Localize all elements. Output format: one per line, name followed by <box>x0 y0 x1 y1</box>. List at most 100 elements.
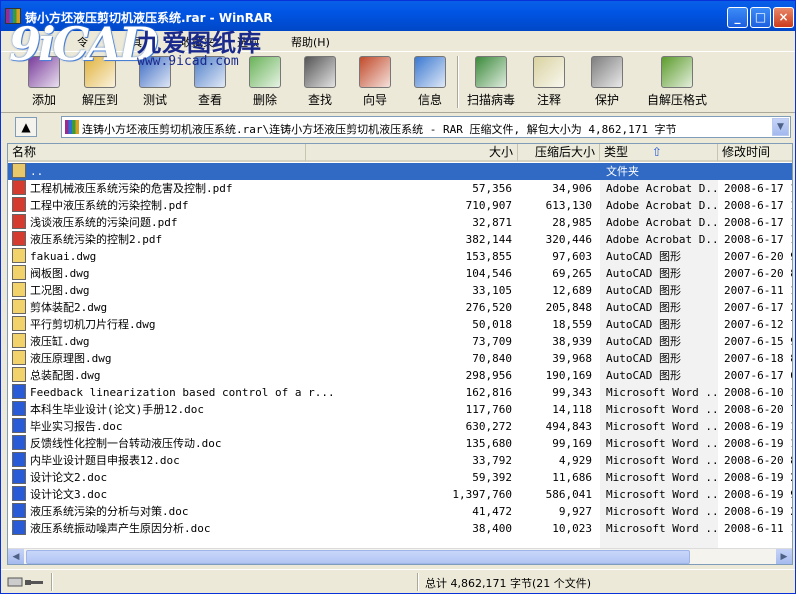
info-icon <box>414 56 446 88</box>
file-row[interactable]: 本科生毕业设计(论文)手册12.doc 117,760 14,118 Microsof… <box>8 401 792 418</box>
file-row[interactable]: 设计论文2.doc 59,392 11,686 Microsoft Word ... 2… <box>8 469 792 486</box>
title-bar[interactable]: 铸小方坯液压剪切机液压系统.rar - WinRAR _ □ × <box>1 1 795 31</box>
file-type: Microsoft Word ... <box>606 403 716 416</box>
file-row[interactable]: 工程机械液压系统污染的危害及控制.pdf 57,356 34,906 Adobe Ac… <box>8 180 792 197</box>
column-header-packed[interactable]: 压缩后大小 <box>518 144 600 161</box>
file-packed-size: 9,927 <box>558 505 592 518</box>
file-row[interactable]: 工程中液压系统的污染控制.pdf 710,907 613,130 Adobe Acro… <box>8 197 792 214</box>
file-row[interactable]: 反馈线性化控制一台转动液压传动.doc 135,680 99,169 Microsof… <box>8 435 792 452</box>
column-header-name[interactable]: 名称 <box>8 144 306 161</box>
file-row[interactable]: 设计论文3.doc 1,397,760 586,041 Microsoft Word … <box>8 486 792 503</box>
menu-options[interactable]: 选项 <box>237 34 259 50</box>
file-packed-size: 28,985 <box>552 216 592 229</box>
file-packed-size: 99,169 <box>552 437 592 450</box>
file-modified: 2007-6-15 9 <box>724 335 793 348</box>
file-row[interactable]: 内毕业设计题目申报表12.doc 33,792 4,929 Microsoft Wor… <box>8 452 792 469</box>
file-modified: 2008-6-20 8 <box>724 454 793 467</box>
word-doc-icon <box>12 418 26 433</box>
scroll-left-button[interactable]: ◀ <box>8 549 24 564</box>
column-header-size[interactable]: 大小 <box>306 144 518 161</box>
close-button[interactable]: × <box>773 7 794 28</box>
toolbar-button-6[interactable]: 向导 <box>347 54 403 110</box>
toolbar-button-2[interactable]: 测试 <box>127 54 183 110</box>
file-modified: 2008-6-17 1 <box>724 216 793 229</box>
file-row[interactable]: 毕业实习报告.doc 630,272 494,843 Microsoft Word .… <box>8 418 792 435</box>
file-modified: 2008-6-10 1 <box>724 386 793 399</box>
file-row[interactable]: .. 文件夹 <box>8 163 792 180</box>
toolbar-button-10[interactable]: 保护 <box>579 54 635 110</box>
toolbar-button-8[interactable]: 扫描病毒 <box>463 54 519 110</box>
word-doc-icon <box>12 435 26 450</box>
list-header: 名称 大小 压缩后大小 类型 ⇧ 修改时间 <box>8 144 792 162</box>
toolbar-button-0[interactable]: 添加 <box>16 54 72 110</box>
file-modified: 2008-6-19 2 <box>724 471 793 484</box>
word-doc-icon <box>12 452 26 467</box>
toolbar-button-11[interactable]: 自解压格式 <box>637 54 717 110</box>
scroll-thumb[interactable] <box>26 550 690 564</box>
menu-favorites[interactable]: 收藏夹 <box>181 34 214 50</box>
scroll-right-button[interactable]: ▶ <box>776 549 792 564</box>
file-row[interactable]: Feedback linearization based control of … <box>8 384 792 401</box>
file-row[interactable]: 总装配图.dwg 298,956 190,169 AutoCAD 图形 2007-6-1… <box>8 367 792 384</box>
maximize-button[interactable]: □ <box>750 7 771 28</box>
address-text: 连铸小方坯液压剪切机液压系统.rar\连铸小方坯液压剪切机液压系统 - RAR … <box>82 123 677 136</box>
file-row[interactable]: 液压系统振动噪声产生原因分析.doc 38,400 10,023 Microsoft … <box>8 520 792 537</box>
file-type: Adobe Acrobat D... <box>606 216 716 229</box>
lock-key-icon[interactable] <box>7 575 47 589</box>
toolbar-label: 信息 <box>417 93 442 107</box>
menu-commands[interactable]: 令 <box>77 34 88 50</box>
address-dropdown-button[interactable]: ▼ <box>772 118 789 136</box>
file-row[interactable]: fakuai.dwg 153,855 97,603 AutoCAD 图形 2007-6-… <box>8 248 792 265</box>
file-size: 38,400 <box>472 522 512 535</box>
toolbar-button-3[interactable]: 查看 <box>182 54 238 110</box>
up-folder-button[interactable]: ▲ <box>15 117 37 137</box>
file-type: 文件夹 <box>606 165 639 178</box>
file-modified: 2008-6-20 7 <box>724 403 793 416</box>
file-packed-size: 10,023 <box>552 522 592 535</box>
minimize-button[interactable]: _ <box>727 7 748 28</box>
file-size: 153,855 <box>465 250 512 263</box>
file-row[interactable]: 剪体装配2.dwg 276,520 205,848 AutoCAD 图形 2007-6-… <box>8 299 792 316</box>
file-modified: 2008-6-19 9 <box>724 488 793 501</box>
sort-ascending-icon: ⇧ <box>651 145 662 159</box>
word-doc-icon <box>12 469 26 484</box>
file-size: 135,680 <box>465 437 512 450</box>
toolbar-label: 解压到 <box>81 93 118 107</box>
toolbar-button-4[interactable]: 删除 <box>237 54 293 110</box>
toolbar-button-5[interactable]: 查找 <box>292 54 348 110</box>
menu-tools[interactable]: 具 <box>131 34 142 50</box>
file-row[interactable]: 阀板图.dwg 104,546 69,265 AutoCAD 图形 2007-6-20 … <box>8 265 792 282</box>
books-add-icon <box>28 56 60 88</box>
file-type: AutoCAD 图形 <box>606 352 681 365</box>
toolbar-label: 查找 <box>307 93 332 107</box>
file-size: 70,840 <box>472 352 512 365</box>
file-size: 33,105 <box>472 284 512 297</box>
file-size: 162,816 <box>465 386 512 399</box>
file-row[interactable]: 浅谈液压系统的污染问题.pdf 32,871 28,985 Adobe Acrobat… <box>8 214 792 231</box>
toolbar-button-7[interactable]: 信息 <box>402 54 458 110</box>
file-type: Microsoft Word ... <box>606 386 716 399</box>
file-name: 工程机械液压系统污染的危害及控制.pdf <box>30 182 233 195</box>
address-field[interactable]: 连铸小方坯液压剪切机液压系统.rar\连铸小方坯液压剪切机液压系统 - RAR … <box>61 116 791 138</box>
menu-help[interactable]: 帮助(H) <box>291 34 330 50</box>
column-header-modified[interactable]: 修改时间 <box>718 144 792 161</box>
file-type: AutoCAD 图形 <box>606 335 681 348</box>
toolbar-label: 删除 <box>252 93 277 107</box>
file-row[interactable]: 液压原理图.dwg 70,840 39,968 AutoCAD 图形 2007-6-18… <box>8 350 792 367</box>
file-type: Microsoft Word ... <box>606 505 716 518</box>
file-row[interactable]: 平行剪切机刀片行程.dwg 50,018 18,559 AutoCAD 图形 2007-… <box>8 316 792 333</box>
file-name: 总装配图.dwg <box>30 369 101 382</box>
file-row[interactable]: 工况图.dwg 33,105 12,689 AutoCAD 图形 2007-6-11 1 <box>8 282 792 299</box>
file-row[interactable]: 液压缸.dwg 73,709 38,939 AutoCAD 图形 2007-6-15 9 <box>8 333 792 350</box>
shield-protect-icon <box>591 56 623 88</box>
file-row[interactable]: 液压系统污染的分析与对策.doc 41,472 9,927 Microsoft Wor… <box>8 503 792 520</box>
file-row[interactable]: 液压系统污染的控制2.pdf 382,144 320,446 Adobe Acroba… <box>8 231 792 248</box>
toolbar-button-1[interactable]: 解压到 <box>72 54 128 110</box>
toolbar-button-9[interactable]: 注释 <box>521 54 577 110</box>
horizontal-scrollbar[interactable]: ◀ ▶ <box>8 548 792 564</box>
file-modified: 2007-6-20 8 <box>724 267 793 280</box>
file-name: 毕业实习报告.doc <box>30 420 123 433</box>
winrar-app-icon[interactable] <box>5 8 21 24</box>
file-list[interactable]: 名称 大小 压缩后大小 类型 ⇧ 修改时间 .. 文件夹 工程机械液压系统污染的危害… <box>7 143 793 565</box>
column-header-type[interactable]: 类型 ⇧ <box>600 144 718 161</box>
